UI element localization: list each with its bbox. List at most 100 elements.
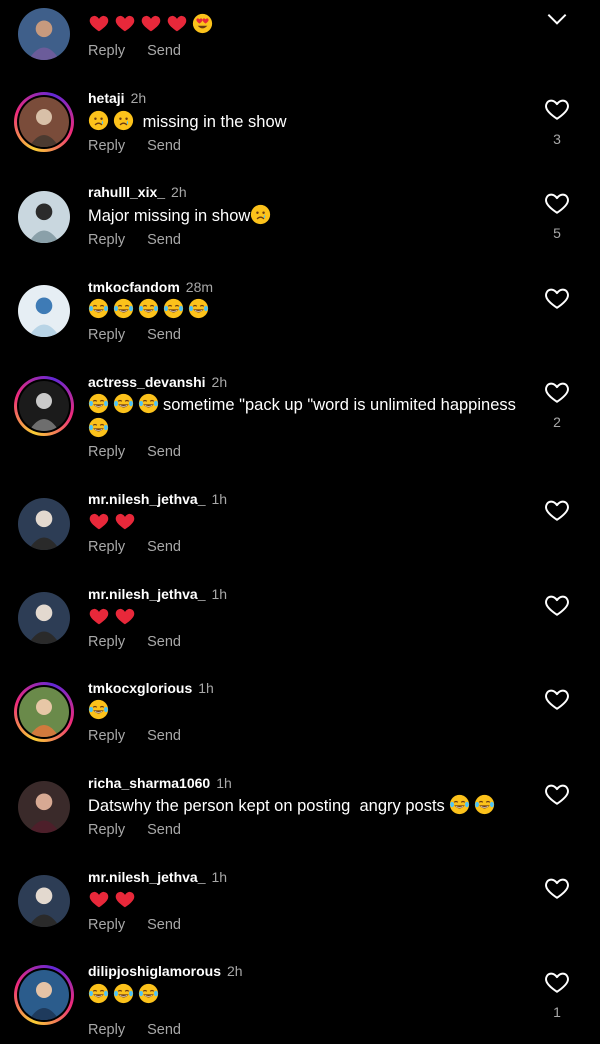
avatar[interactable]	[14, 965, 74, 1025]
like-heart-icon[interactable]	[544, 379, 570, 410]
reply-button[interactable]: Reply	[88, 634, 125, 650]
comment-body: Major missing in show	[88, 207, 251, 225]
like-heart-icon[interactable]	[544, 781, 570, 812]
comment-text	[88, 888, 528, 913]
comment-text: Datswhy the person kept on posting angry…	[88, 794, 528, 818]
comment-actions: Reply Send	[88, 327, 203, 343]
like-heart-icon[interactable]	[544, 969, 570, 1000]
send-button[interactable]: Send	[147, 43, 181, 59]
comment-username[interactable]: actress_devanshi	[88, 374, 206, 390]
comment-username[interactable]: hetaji	[88, 90, 125, 106]
like-area	[541, 497, 573, 528]
like-count: 5	[553, 225, 561, 241]
comment-username[interactable]: mr.nilesh_jethva_	[88, 869, 206, 885]
like-heart-icon[interactable]	[544, 190, 570, 221]
send-button[interactable]: Send	[147, 138, 181, 154]
avatar-image	[18, 875, 70, 927]
send-button[interactable]: Send	[147, 822, 181, 838]
send-button[interactable]: Send	[147, 917, 181, 933]
red-heart-emoji-icon	[114, 888, 136, 910]
avatar[interactable]	[14, 682, 74, 742]
send-button[interactable]: Send	[147, 1022, 181, 1038]
send-button[interactable]: Send	[147, 634, 181, 650]
comment-body: missing in the show	[138, 113, 287, 131]
red-heart-emoji-icon	[114, 510, 136, 532]
avatar[interactable]	[14, 281, 74, 341]
like-heart-icon[interactable]	[544, 592, 570, 623]
reply-button[interactable]: Reply	[88, 232, 125, 248]
comment-username[interactable]: tmkocxglorious	[88, 680, 192, 696]
avatar[interactable]	[14, 871, 74, 931]
like-heart-icon[interactable]	[544, 497, 570, 528]
comment-username[interactable]: dilipjoshiglamorous	[88, 963, 221, 979]
comment-body: Datswhy the person kept on posting angry…	[88, 797, 450, 815]
avatar-image	[18, 8, 70, 60]
avatar-frame	[17, 968, 71, 1022]
tears-of-joy-emoji-icon	[88, 699, 109, 720]
avatar-image	[19, 970, 69, 1020]
avatar-image	[19, 97, 69, 147]
avatar-image	[18, 498, 70, 550]
red-heart-emoji-icon	[114, 12, 136, 34]
comment-actions: Reply Send	[88, 43, 203, 59]
reply-button[interactable]: Reply	[88, 539, 125, 555]
like-area: 3	[541, 96, 573, 147]
send-button[interactable]: Send	[147, 539, 181, 555]
like-area: 5	[541, 190, 573, 241]
like-area	[541, 285, 573, 316]
tears-of-joy-emoji-icon	[474, 794, 495, 815]
avatar[interactable]	[14, 494, 74, 554]
chevron-down-icon[interactable]	[544, 13, 570, 36]
avatar[interactable]	[14, 777, 74, 837]
like-area: 2	[541, 379, 573, 430]
avatar[interactable]	[14, 376, 74, 436]
send-button[interactable]: Send	[147, 232, 181, 248]
avatar-frame	[17, 7, 71, 61]
reply-button[interactable]: Reply	[88, 327, 125, 343]
comment-actions: Reply Send	[88, 634, 203, 650]
comment-time: 1h	[198, 680, 214, 696]
like-area	[541, 875, 573, 906]
like-heart-icon[interactable]	[544, 285, 570, 316]
reply-button[interactable]: Reply	[88, 917, 125, 933]
comment-actions: Reply Send	[88, 444, 203, 460]
like-heart-icon[interactable]	[544, 686, 570, 717]
avatar-frame	[17, 591, 71, 645]
like-heart-icon[interactable]	[544, 875, 570, 906]
collapse-area	[541, 6, 573, 37]
comment-time: 1h	[211, 869, 228, 885]
send-button[interactable]: Send	[147, 728, 181, 744]
comment-username[interactable]: tmkocfandom	[88, 279, 180, 295]
comment-time: 2h	[171, 184, 187, 200]
avatar[interactable]	[14, 187, 74, 247]
tears-of-joy-emoji-icon	[113, 298, 134, 319]
avatar-image	[18, 285, 70, 337]
comment-actions: Reply Send	[88, 728, 203, 744]
red-heart-emoji-icon	[166, 12, 188, 34]
reply-button[interactable]: Reply	[88, 822, 125, 838]
send-button[interactable]: Send	[147, 444, 181, 460]
comment-username[interactable]: richa_sharma1060	[88, 775, 210, 791]
avatar-image	[19, 687, 69, 737]
reply-button[interactable]: Reply	[88, 728, 125, 744]
avatar[interactable]	[14, 4, 74, 64]
send-button[interactable]: Send	[147, 327, 181, 343]
red-heart-emoji-icon	[88, 888, 110, 910]
reply-button[interactable]: Reply	[88, 1022, 125, 1038]
heart-eyes-emoji-icon	[192, 13, 213, 34]
avatar-frame	[17, 685, 71, 739]
avatar[interactable]	[14, 92, 74, 152]
reply-button[interactable]: Reply	[88, 444, 125, 460]
reply-button[interactable]: Reply	[88, 138, 125, 154]
comment-time: 2h	[130, 90, 147, 106]
avatar[interactable]	[14, 588, 74, 648]
comment-text	[88, 298, 528, 322]
comment-username[interactable]: mr.nilesh_jethva_	[88, 491, 206, 507]
comment-time: 1h	[211, 491, 228, 507]
comment-username[interactable]: rahulll_xix_	[88, 184, 165, 200]
like-heart-icon[interactable]	[544, 96, 570, 127]
comment-username[interactable]: mr.nilesh_jethva_	[88, 586, 206, 602]
comment-body: sometime "pack up "word is unlimited hap…	[163, 396, 516, 414]
avatar-image	[18, 781, 70, 833]
reply-button[interactable]: Reply	[88, 43, 125, 59]
